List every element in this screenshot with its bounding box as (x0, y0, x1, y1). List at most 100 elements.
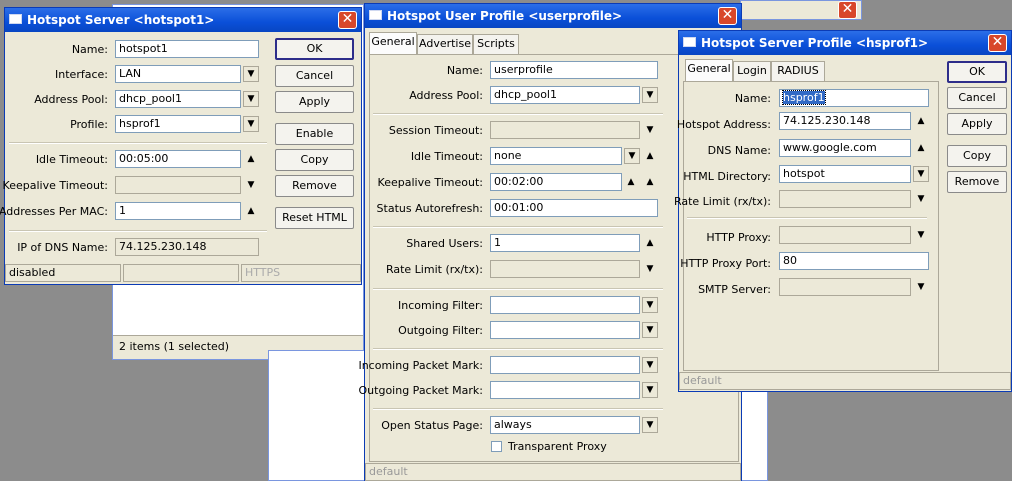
enable-button[interactable]: Enable (275, 123, 354, 145)
incoming-filter-select[interactable] (490, 296, 640, 314)
sp-name-selected-text: hsprof1 (782, 90, 826, 105)
session-timeout-input[interactable] (490, 121, 640, 139)
interface-select[interactable]: LAN (115, 65, 241, 83)
server-profile-titlebar[interactable]: Hotspot Server Profile <hsprof1> ✕ (679, 31, 1011, 55)
sp-copy-button[interactable]: Copy (947, 145, 1007, 167)
close-icon[interactable]: ✕ (718, 7, 737, 25)
expand-down-icon[interactable]: ▼ (915, 279, 927, 295)
sp-name-input[interactable]: hsprof1 (779, 89, 929, 107)
outgoing-packet-mark-select[interactable] (490, 381, 640, 399)
user-profile-titlebar[interactable]: Hotspot User Profile <userprofile> ✕ (365, 4, 741, 28)
collapse-up-icon[interactable]: ▲ (915, 140, 927, 156)
hotspot-address-input[interactable]: 74.125.230.148 (779, 112, 911, 130)
separator (9, 142, 267, 144)
expand-down-icon[interactable]: ▼ (644, 122, 656, 138)
separator (9, 230, 267, 232)
tab-advertise[interactable]: Advertise (417, 34, 473, 54)
dropdown-arrow-icon[interactable]: ▼ (642, 87, 658, 103)
addresses-per-mac-input[interactable]: 1 (115, 202, 241, 220)
remove-button[interactable]: Remove (275, 175, 354, 197)
dropdown-arrow-icon[interactable]: ▼ (642, 417, 658, 433)
dropdown-arrow-icon[interactable]: ▼ (642, 297, 658, 313)
outgoing-filter-select[interactable] (490, 321, 640, 339)
reset-html-button[interactable]: Reset HTML (275, 207, 354, 229)
collapse-up-icon[interactable]: ▲ (245, 203, 257, 219)
sp-cancel-button[interactable]: Cancel (947, 87, 1007, 109)
status-autorefresh-input[interactable]: 00:01:00 (490, 199, 658, 217)
sp-remove-button[interactable]: Remove (947, 171, 1007, 193)
close-icon[interactable]: ✕ (338, 11, 357, 29)
sp-apply-button[interactable]: Apply (947, 113, 1007, 135)
name-input[interactable]: hotspot1 (115, 40, 259, 58)
tab-general[interactable]: General (369, 32, 417, 54)
up-idle-timeout-select[interactable]: none (490, 147, 622, 165)
hotspot-address-label: Hotspot Address: (676, 118, 771, 131)
tab-general[interactable]: General (685, 59, 733, 81)
collapse-up-icon[interactable]: ▲ (625, 174, 637, 190)
up-name-label: Name: (446, 64, 483, 77)
profile-select[interactable]: hsprof1 (115, 115, 241, 133)
expand-down-icon[interactable]: ▼ (245, 177, 257, 193)
outgoing-filter-label: Outgoing Filter: (398, 324, 483, 337)
sp-rate-limit-label: Rate Limit (rx/tx): (673, 195, 771, 208)
tab-login[interactable]: Login (733, 61, 771, 81)
ok-button[interactable]: OK (275, 38, 354, 60)
html-directory-select[interactable]: hotspot (779, 165, 911, 183)
address-pool-select[interactable]: dhcp_pool1 (115, 90, 241, 108)
collapse-up-icon[interactable]: ▲ (644, 174, 656, 190)
dropdown-arrow-icon[interactable]: ▼ (642, 357, 658, 373)
close-icon[interactable]: ✕ (988, 34, 1007, 52)
expand-down-icon[interactable]: ▼ (915, 227, 927, 243)
status-empty (123, 264, 239, 282)
copy-button[interactable]: Copy (275, 149, 354, 171)
shared-users-label: Shared Users: (406, 237, 483, 250)
ip-of-dns-name-value: 74.125.230.148 (115, 238, 259, 256)
dropdown-arrow-icon[interactable]: ▼ (243, 116, 259, 132)
dns-name-input[interactable]: www.google.com (779, 139, 911, 157)
dropdown-arrow-icon[interactable]: ▼ (243, 66, 259, 82)
incoming-packet-mark-select[interactable] (490, 356, 640, 374)
dropdown-arrow-icon[interactable]: ▼ (624, 148, 640, 164)
collapse-up-icon[interactable]: ▲ (644, 235, 656, 251)
tab-scripts[interactable]: Scripts (473, 34, 519, 54)
background-close-button[interactable]: ✕ (838, 1, 857, 19)
http-proxy-port-input[interactable]: 80 (779, 252, 929, 270)
html-directory-label: HTML Directory: (683, 170, 771, 183)
collapse-up-icon[interactable]: ▲ (245, 151, 257, 167)
up-name-input[interactable]: userprofile (490, 61, 658, 79)
up-keepalive-timeout-input[interactable]: 00:02:00 (490, 173, 622, 191)
dropdown-arrow-icon[interactable]: ▼ (642, 322, 658, 338)
outgoing-packet-mark-label: Outgoing Packet Mark: (358, 384, 483, 397)
apply-button[interactable]: Apply (275, 91, 354, 113)
keepalive-timeout-input[interactable] (115, 176, 241, 194)
separator (687, 217, 927, 219)
dropdown-arrow-icon[interactable]: ▼ (913, 166, 929, 182)
up-address-pool-select[interactable]: dhcp_pool1 (490, 86, 640, 104)
shared-users-input[interactable]: 1 (490, 234, 640, 252)
open-status-page-select[interactable]: always (490, 416, 640, 434)
name-label: Name: (71, 43, 108, 56)
sp-rate-limit-input[interactable] (779, 190, 911, 208)
up-idle-timeout-label: Idle Timeout: (410, 150, 483, 163)
collapse-up-icon[interactable]: ▲ (644, 148, 656, 164)
tab-radius[interactable]: RADIUS (771, 61, 825, 81)
dropdown-arrow-icon[interactable]: ▼ (642, 382, 658, 398)
hotspot-server-titlebar[interactable]: Hotspot Server <hotspot1> ✕ (5, 8, 361, 32)
expand-down-icon[interactable]: ▼ (915, 191, 927, 207)
up-rate-limit-input[interactable] (490, 260, 640, 278)
ip-of-dns-name-label: IP of DNS Name: (17, 241, 108, 254)
idle-timeout-input[interactable]: 00:05:00 (115, 150, 241, 168)
smtp-server-input[interactable] (779, 278, 911, 296)
cancel-button[interactable]: Cancel (275, 65, 354, 87)
collapse-up-icon[interactable]: ▲ (915, 113, 927, 129)
transparent-proxy-checkbox[interactable] (491, 441, 502, 452)
background-window-right (740, 390, 768, 481)
window-icon (9, 14, 22, 24)
http-proxy-input[interactable] (779, 226, 911, 244)
dropdown-arrow-icon[interactable]: ▼ (243, 91, 259, 107)
separator (373, 348, 663, 350)
expand-down-icon[interactable]: ▼ (644, 261, 656, 277)
sp-ok-button[interactable]: OK (947, 61, 1007, 83)
keepalive-timeout-label: Keepalive Timeout: (2, 179, 108, 192)
hotspot-server-title: Hotspot Server <hotspot1> (27, 13, 215, 27)
